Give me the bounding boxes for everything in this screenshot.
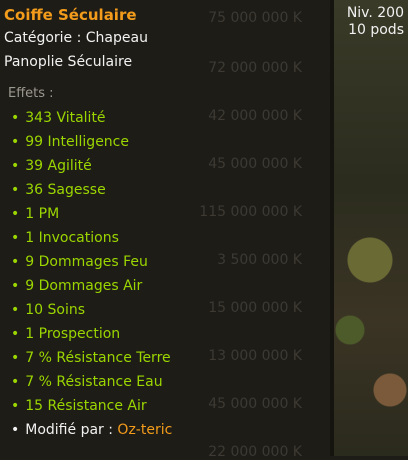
bullet-icon: • — [11, 278, 20, 294]
bullet-icon: • — [11, 134, 20, 150]
effects-label: Effets : — [8, 86, 54, 101]
effect-line: • 343 Vitalité — [11, 110, 106, 126]
effect-text: 343 Vitalité — [25, 110, 106, 126]
item-category: Catégorie : Chapeau — [4, 30, 148, 46]
effect-text: 7 % Résistance Eau — [25, 374, 163, 390]
effect-line: • 1 Prospection — [11, 326, 120, 342]
effect-line: • 10 Soins — [11, 302, 85, 318]
item-tooltip: Coiffe Séculaire Catégorie : Chapeau Pan… — [0, 0, 330, 456]
bullet-icon: • — [11, 182, 20, 198]
game-scene-background — [330, 0, 408, 456]
item-weight: 10 pods — [348, 22, 404, 38]
bullet-icon: • — [11, 206, 20, 222]
effect-line: • 39 Agilité — [11, 158, 92, 174]
effect-line: • 99 Intelligence — [11, 134, 129, 150]
effect-text: 1 PM — [25, 206, 60, 222]
effect-text: 9 Dommages Feu — [25, 254, 148, 270]
effect-text: 15 Résistance Air — [25, 398, 147, 414]
modified-by: • Modifié par : Oz-teric — [11, 422, 172, 438]
bullet-icon: • — [11, 254, 20, 270]
bullet-icon: • — [11, 230, 20, 246]
item-meta: Niv. 200 10 pods — [347, 5, 404, 39]
item-level: Niv. 200 — [346, 5, 404, 21]
effect-line: • 7 % Résistance Terre — [11, 350, 171, 366]
bullet-icon: • — [11, 374, 20, 390]
bullet-icon: • — [11, 326, 20, 342]
effect-text: 10 Soins — [25, 302, 86, 318]
scene-divider — [330, 0, 334, 456]
item-name: Coiffe Séculaire — [4, 6, 137, 24]
effect-text: 39 Agilité — [25, 158, 92, 174]
effect-text: 36 Sagesse — [25, 182, 106, 198]
effect-text: 1 Invocations — [25, 230, 119, 246]
effect-text: 99 Intelligence — [25, 134, 129, 150]
modified-label: Modifié par : — [25, 422, 113, 438]
bullet-icon: • — [11, 350, 20, 366]
effect-line: • 9 Dommages Feu — [11, 254, 148, 270]
effect-line: • 1 PM — [11, 206, 59, 222]
effect-line: • 15 Résistance Air — [11, 398, 147, 414]
bullet-icon: • — [11, 302, 20, 318]
effect-line: • 36 Sagesse — [11, 182, 106, 198]
effect-text: 7 % Résistance Terre — [25, 350, 171, 366]
effect-text: 9 Dommages Air — [25, 278, 143, 294]
effect-line: • 9 Dommages Air — [11, 278, 142, 294]
bullet-icon: • — [11, 158, 20, 174]
bullet-icon: • — [11, 110, 20, 126]
effect-line: • 7 % Résistance Eau — [11, 374, 163, 390]
bullet-icon: • — [11, 398, 20, 414]
bullet-icon: • — [11, 422, 20, 438]
effect-line: • 1 Invocations — [11, 230, 119, 246]
modified-author: Oz-teric — [117, 422, 173, 438]
effect-text: 1 Prospection — [25, 326, 121, 342]
item-set: Panoplie Séculaire — [4, 54, 133, 70]
